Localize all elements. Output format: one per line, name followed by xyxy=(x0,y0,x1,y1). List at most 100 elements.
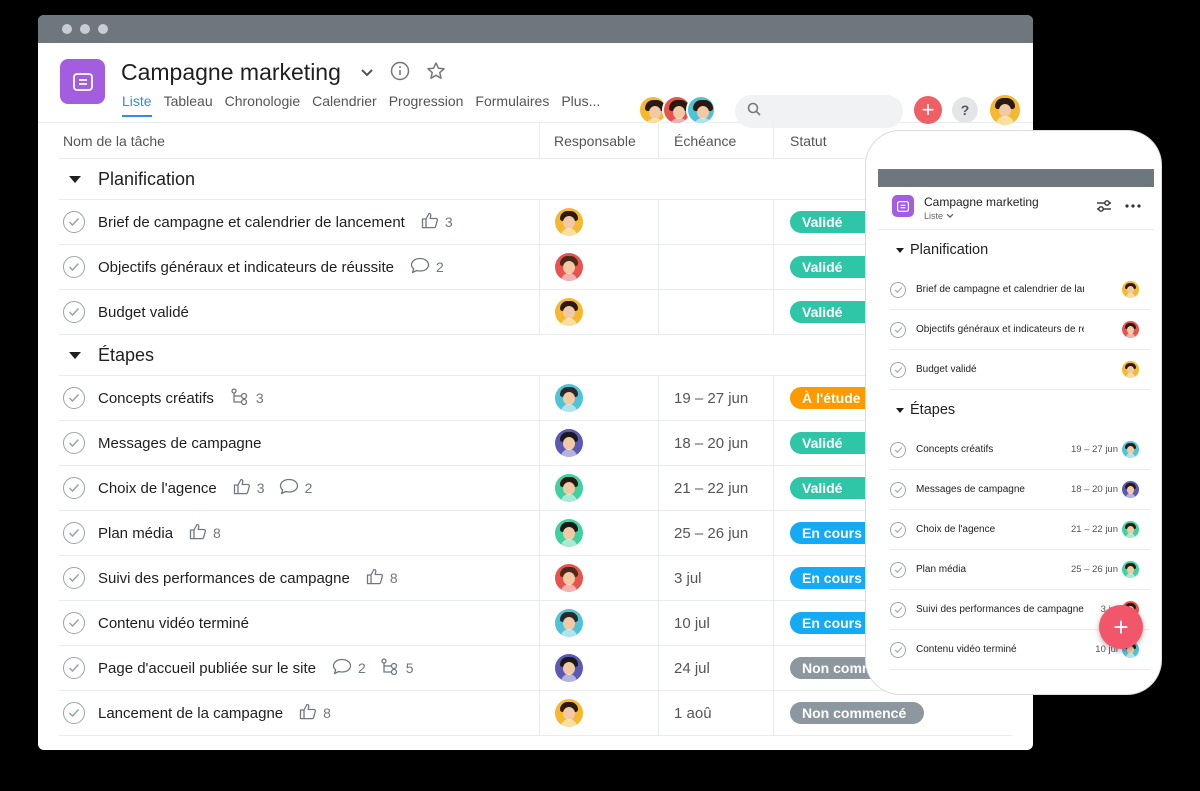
table-row[interactable]: Lancement de la campagne 8 1 aoû Non commen… xyxy=(59,691,1012,736)
due-date[interactable]: 24 jul xyxy=(658,646,773,690)
mobile-task-name[interactable]: Concepts créatifs xyxy=(916,444,1084,455)
comments-count[interactable]: 2 xyxy=(410,257,444,277)
complete-check-icon[interactable] xyxy=(890,281,906,298)
user-avatar[interactable] xyxy=(990,95,1020,125)
mobile-task-row[interactable]: Plan média 25 – 26 jun xyxy=(890,550,1150,590)
task-name[interactable]: Brief de campagne et calendrier de lance… xyxy=(98,214,405,231)
task-name[interactable]: Budget validé xyxy=(98,304,189,321)
complete-check-icon[interactable] xyxy=(890,321,906,338)
avatar[interactable] xyxy=(1122,521,1139,538)
complete-check-icon[interactable] xyxy=(890,481,906,498)
task-name[interactable]: Contenu vidéo terminé xyxy=(98,615,249,632)
mobile-add-fab[interactable]: + xyxy=(1099,605,1143,649)
complete-check-icon[interactable] xyxy=(63,256,85,278)
column-header-echeance[interactable]: Échéance xyxy=(658,123,773,158)
task-name[interactable]: Lancement de la campagne xyxy=(98,705,283,722)
filter-icon[interactable] xyxy=(1096,199,1112,216)
complete-check-icon[interactable] xyxy=(890,601,906,618)
caret-down-icon[interactable] xyxy=(896,247,904,253)
mobile-section-header[interactable]: Planification xyxy=(878,230,1154,270)
window-minimize-dot[interactable] xyxy=(80,24,90,34)
likes-count[interactable]: 3 xyxy=(421,212,453,232)
mobile-task-row[interactable]: Choix de l'agence 21 – 22 jun xyxy=(890,510,1150,550)
likes-count[interactable]: 8 xyxy=(366,568,398,588)
due-date[interactable]: 19 – 27 jun xyxy=(658,376,773,420)
avatar[interactable] xyxy=(1122,321,1139,338)
tab-plus[interactable]: Plus... xyxy=(561,93,600,117)
avatar[interactable] xyxy=(1122,561,1139,578)
complete-check-icon[interactable] xyxy=(890,641,906,658)
mobile-task-row[interactable]: Brief de campagne et calendrier de lance… xyxy=(890,270,1150,310)
mobile-task-name[interactable]: Suivi des performances de campagne xyxy=(916,604,1084,615)
avatar[interactable] xyxy=(990,95,1020,125)
chevron-down-icon[interactable] xyxy=(360,65,374,83)
avatar[interactable] xyxy=(555,564,583,592)
avatar[interactable] xyxy=(555,699,583,727)
avatar[interactable] xyxy=(555,298,583,326)
comments-count[interactable]: 2 xyxy=(279,478,312,498)
window-maximize-dot[interactable] xyxy=(98,24,108,34)
due-date[interactable] xyxy=(658,200,773,244)
complete-check-icon[interactable] xyxy=(63,567,85,589)
mobile-task-name[interactable]: Budget validé xyxy=(916,364,1084,375)
mobile-view-selector[interactable]: Liste xyxy=(924,211,954,221)
due-date[interactable]: 18 – 20 jun xyxy=(658,421,773,465)
task-name[interactable]: Suivi des performances de campagne xyxy=(98,570,350,587)
avatar[interactable] xyxy=(555,384,583,412)
tab-calendrier[interactable]: Calendrier xyxy=(312,93,377,117)
subtasks-count[interactable]: 5 xyxy=(380,657,414,679)
due-date[interactable]: 1 aoû xyxy=(658,691,773,735)
avatar[interactable] xyxy=(555,519,583,547)
info-icon[interactable] xyxy=(390,61,410,86)
complete-check-icon[interactable] xyxy=(63,702,85,724)
due-date[interactable]: 10 jul xyxy=(658,601,773,645)
due-date[interactable]: 3 jul xyxy=(658,556,773,600)
avatar[interactable] xyxy=(555,609,583,637)
due-date[interactable] xyxy=(658,290,773,334)
complete-check-icon[interactable] xyxy=(63,211,85,233)
complete-check-icon[interactable] xyxy=(890,361,906,378)
more-options-icon[interactable] xyxy=(1124,199,1142,216)
caret-down-icon[interactable] xyxy=(69,175,81,183)
tab-progression[interactable]: Progression xyxy=(389,93,464,117)
mobile-task-name[interactable]: Messages de campagne xyxy=(916,484,1084,495)
caret-down-icon[interactable] xyxy=(896,407,904,413)
avatar[interactable] xyxy=(686,95,716,125)
subtasks-count[interactable]: 3 xyxy=(230,387,264,409)
mobile-task-row[interactable]: Messages de campagne 18 – 20 jun xyxy=(890,470,1150,510)
due-date[interactable] xyxy=(658,245,773,289)
add-button[interactable]: + xyxy=(914,96,942,124)
task-name[interactable]: Plan média xyxy=(98,525,173,542)
column-header-responsable[interactable]: Responsable xyxy=(539,123,658,158)
status-badge[interactable]: Non commencé xyxy=(790,702,924,724)
column-header-name[interactable]: Nom de la tâche xyxy=(59,133,539,149)
mobile-task-name[interactable]: Objectifs généraux et indicateurs de réu… xyxy=(916,324,1084,335)
complete-check-icon[interactable] xyxy=(63,387,85,409)
mobile-task-name[interactable]: Plan média xyxy=(916,564,1084,575)
complete-check-icon[interactable] xyxy=(890,441,906,458)
comments-count[interactable]: 2 xyxy=(332,658,366,678)
complete-check-icon[interactable] xyxy=(63,657,85,679)
likes-count[interactable]: 8 xyxy=(299,703,331,723)
task-name[interactable]: Concepts créatifs xyxy=(98,390,214,407)
task-name[interactable]: Messages de campagne xyxy=(98,435,261,452)
complete-check-icon[interactable] xyxy=(63,612,85,634)
mobile-task-row[interactable]: Concepts créatifs 19 – 27 jun xyxy=(890,430,1150,470)
star-icon[interactable] xyxy=(426,61,446,86)
complete-check-icon[interactable] xyxy=(890,561,906,578)
mobile-task-name[interactable]: Brief de campagne et calendrier de lance… xyxy=(916,284,1084,295)
due-date[interactable]: 21 – 22 jun xyxy=(658,466,773,510)
avatar[interactable] xyxy=(1122,281,1139,298)
window-close-dot[interactable] xyxy=(62,24,72,34)
avatar[interactable] xyxy=(555,474,583,502)
mobile-task-name[interactable]: Choix de l'agence xyxy=(916,524,1084,535)
likes-count[interactable]: 8 xyxy=(189,523,221,543)
avatar[interactable] xyxy=(1122,441,1139,458)
project-members[interactable] xyxy=(638,95,716,125)
mobile-task-name[interactable]: Contenu vidéo terminé xyxy=(916,644,1084,655)
complete-check-icon[interactable] xyxy=(63,301,85,323)
complete-check-icon[interactable] xyxy=(890,521,906,538)
likes-count[interactable]: 3 xyxy=(233,478,265,498)
caret-down-icon[interactable] xyxy=(69,351,81,359)
due-date[interactable]: 25 – 26 jun xyxy=(658,511,773,555)
